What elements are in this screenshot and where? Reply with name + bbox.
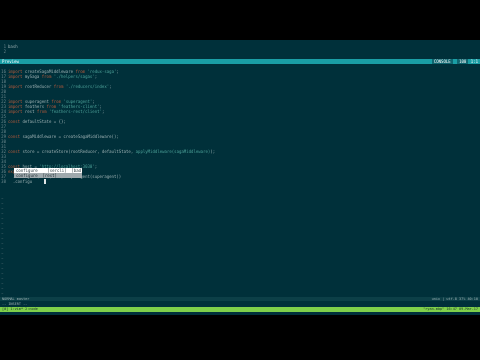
encoding: unix | utf-8 — [431, 297, 457, 301]
command-line-text: -- INSERT -- — [2, 302, 28, 306]
code-text: .configu — [8, 179, 32, 184]
pre-line: 2 — [0, 49, 480, 54]
statusbar-right: CONSOLE 100 1:1 — [430, 59, 478, 64]
autocomplete-popup[interactable]: configure [sercli] [bad] configure [rest] — [14, 168, 83, 178]
line-number: 2 — [3, 49, 6, 54]
text-cursor — [44, 179, 46, 184]
statusbar-title: Preview — [2, 59, 19, 64]
scroll-percent: 37% — [459, 297, 466, 301]
command-line[interactable]: -- INSERT -- — [0, 302, 480, 306]
mode-indicator: NORMAL master — [2, 297, 30, 301]
tmux-host-time: "ryan-mbp" 16:47 09-Mar-17 — [423, 307, 478, 311]
mode-badge: CONSOLE — [431, 59, 453, 64]
tilde-marker: ~ — [1, 291, 4, 296]
file-info: unix | utf-8 37% 40:10 — [432, 297, 478, 301]
cursor-position: 40:10 — [467, 297, 478, 301]
tmux-statusbar: [0] 1:vim* 2:node "ryan-mbp" 16:47 09-Ma… — [0, 307, 480, 312]
tmux-windows[interactable]: [0] 1:vim* 2:node — [2, 307, 38, 312]
bottom-statusbar: NORMAL master unix | utf-8 37% 40:10 — [0, 297, 480, 301]
line-number: 38 — [1, 179, 6, 184]
code-line: 38 .configu — [0, 179, 480, 184]
code-token: .configu — [8, 179, 33, 184]
position-badge: 100 — [457, 59, 469, 64]
top-statusbar: Preview CONSOLE 100 1:1 — [0, 59, 480, 64]
completion-item[interactable]: configure [rest] — [14, 173, 82, 178]
position-extra: 1:1 — [470, 59, 478, 64]
